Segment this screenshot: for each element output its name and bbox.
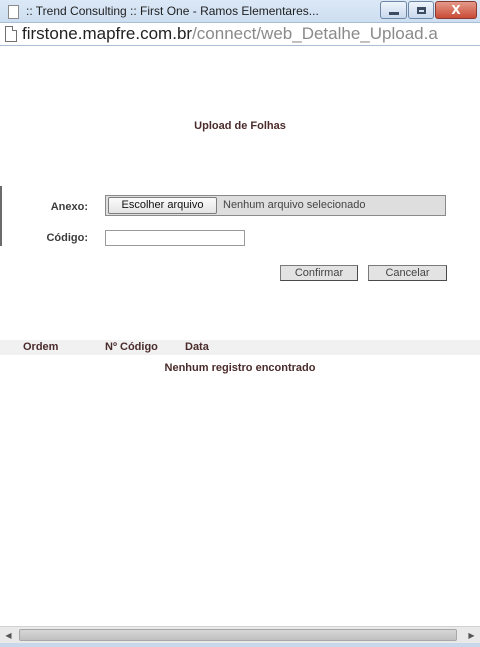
browser-popup-window: :: Trend Consulting :: First One - Ramos… bbox=[0, 0, 480, 647]
horizontal-scrollbar[interactable]: ◀ ▶ bbox=[0, 626, 480, 643]
minimize-icon bbox=[388, 11, 399, 15]
window-bottom-border bbox=[0, 643, 480, 647]
confirm-button[interactable]: Confirmar bbox=[280, 265, 358, 281]
codigo-input[interactable] bbox=[105, 230, 245, 246]
choose-file-button[interactable]: Escolher arquivo bbox=[108, 197, 217, 214]
anexo-label: Anexo: bbox=[50, 201, 88, 213]
scroll-left-icon[interactable]: ◀ bbox=[0, 627, 17, 643]
column-header-ordem: Ordem bbox=[23, 341, 59, 353]
maximize-icon bbox=[416, 6, 426, 14]
file-status-text: Nenhum arquivo selecionado bbox=[223, 199, 366, 211]
cancel-button[interactable]: Cancelar bbox=[368, 265, 447, 281]
empty-table-message: Nenhum registro encontrado bbox=[164, 362, 316, 374]
url-path: /connect/web_Detalhe_Upload.a bbox=[192, 24, 438, 43]
close-icon: X bbox=[451, 3, 461, 17]
maximize-button[interactable] bbox=[408, 1, 434, 19]
scroll-right-icon[interactable]: ▶ bbox=[463, 627, 480, 643]
document-icon bbox=[8, 5, 19, 19]
address-bar[interactable]: firstone.mapfre.com.br/connect/web_Detal… bbox=[0, 22, 480, 46]
page-content: Upload de Folhas Anexo: Escolher arquivo… bbox=[0, 46, 480, 626]
url-host: firstone.mapfre.com.br bbox=[22, 24, 193, 43]
left-edge-marker bbox=[0, 186, 2, 246]
codigo-label: Código: bbox=[46, 232, 88, 244]
column-header-data: Data bbox=[185, 341, 209, 353]
close-button[interactable]: X bbox=[435, 1, 477, 19]
table-header: Ordem Nº Código Data bbox=[0, 340, 480, 355]
page-icon bbox=[5, 26, 17, 42]
page-title: Upload de Folhas bbox=[194, 120, 286, 132]
column-header-codigo: Nº Código bbox=[105, 341, 158, 353]
minimize-button[interactable] bbox=[380, 1, 407, 19]
scrollbar-thumb[interactable] bbox=[19, 629, 457, 641]
url-text[interactable]: firstone.mapfre.com.br/connect/web_Detal… bbox=[22, 24, 438, 44]
window-title: :: Trend Consulting :: First One - Ramos… bbox=[26, 4, 319, 18]
file-upload-field[interactable]: Escolher arquivo Nenhum arquivo selecion… bbox=[105, 195, 446, 216]
